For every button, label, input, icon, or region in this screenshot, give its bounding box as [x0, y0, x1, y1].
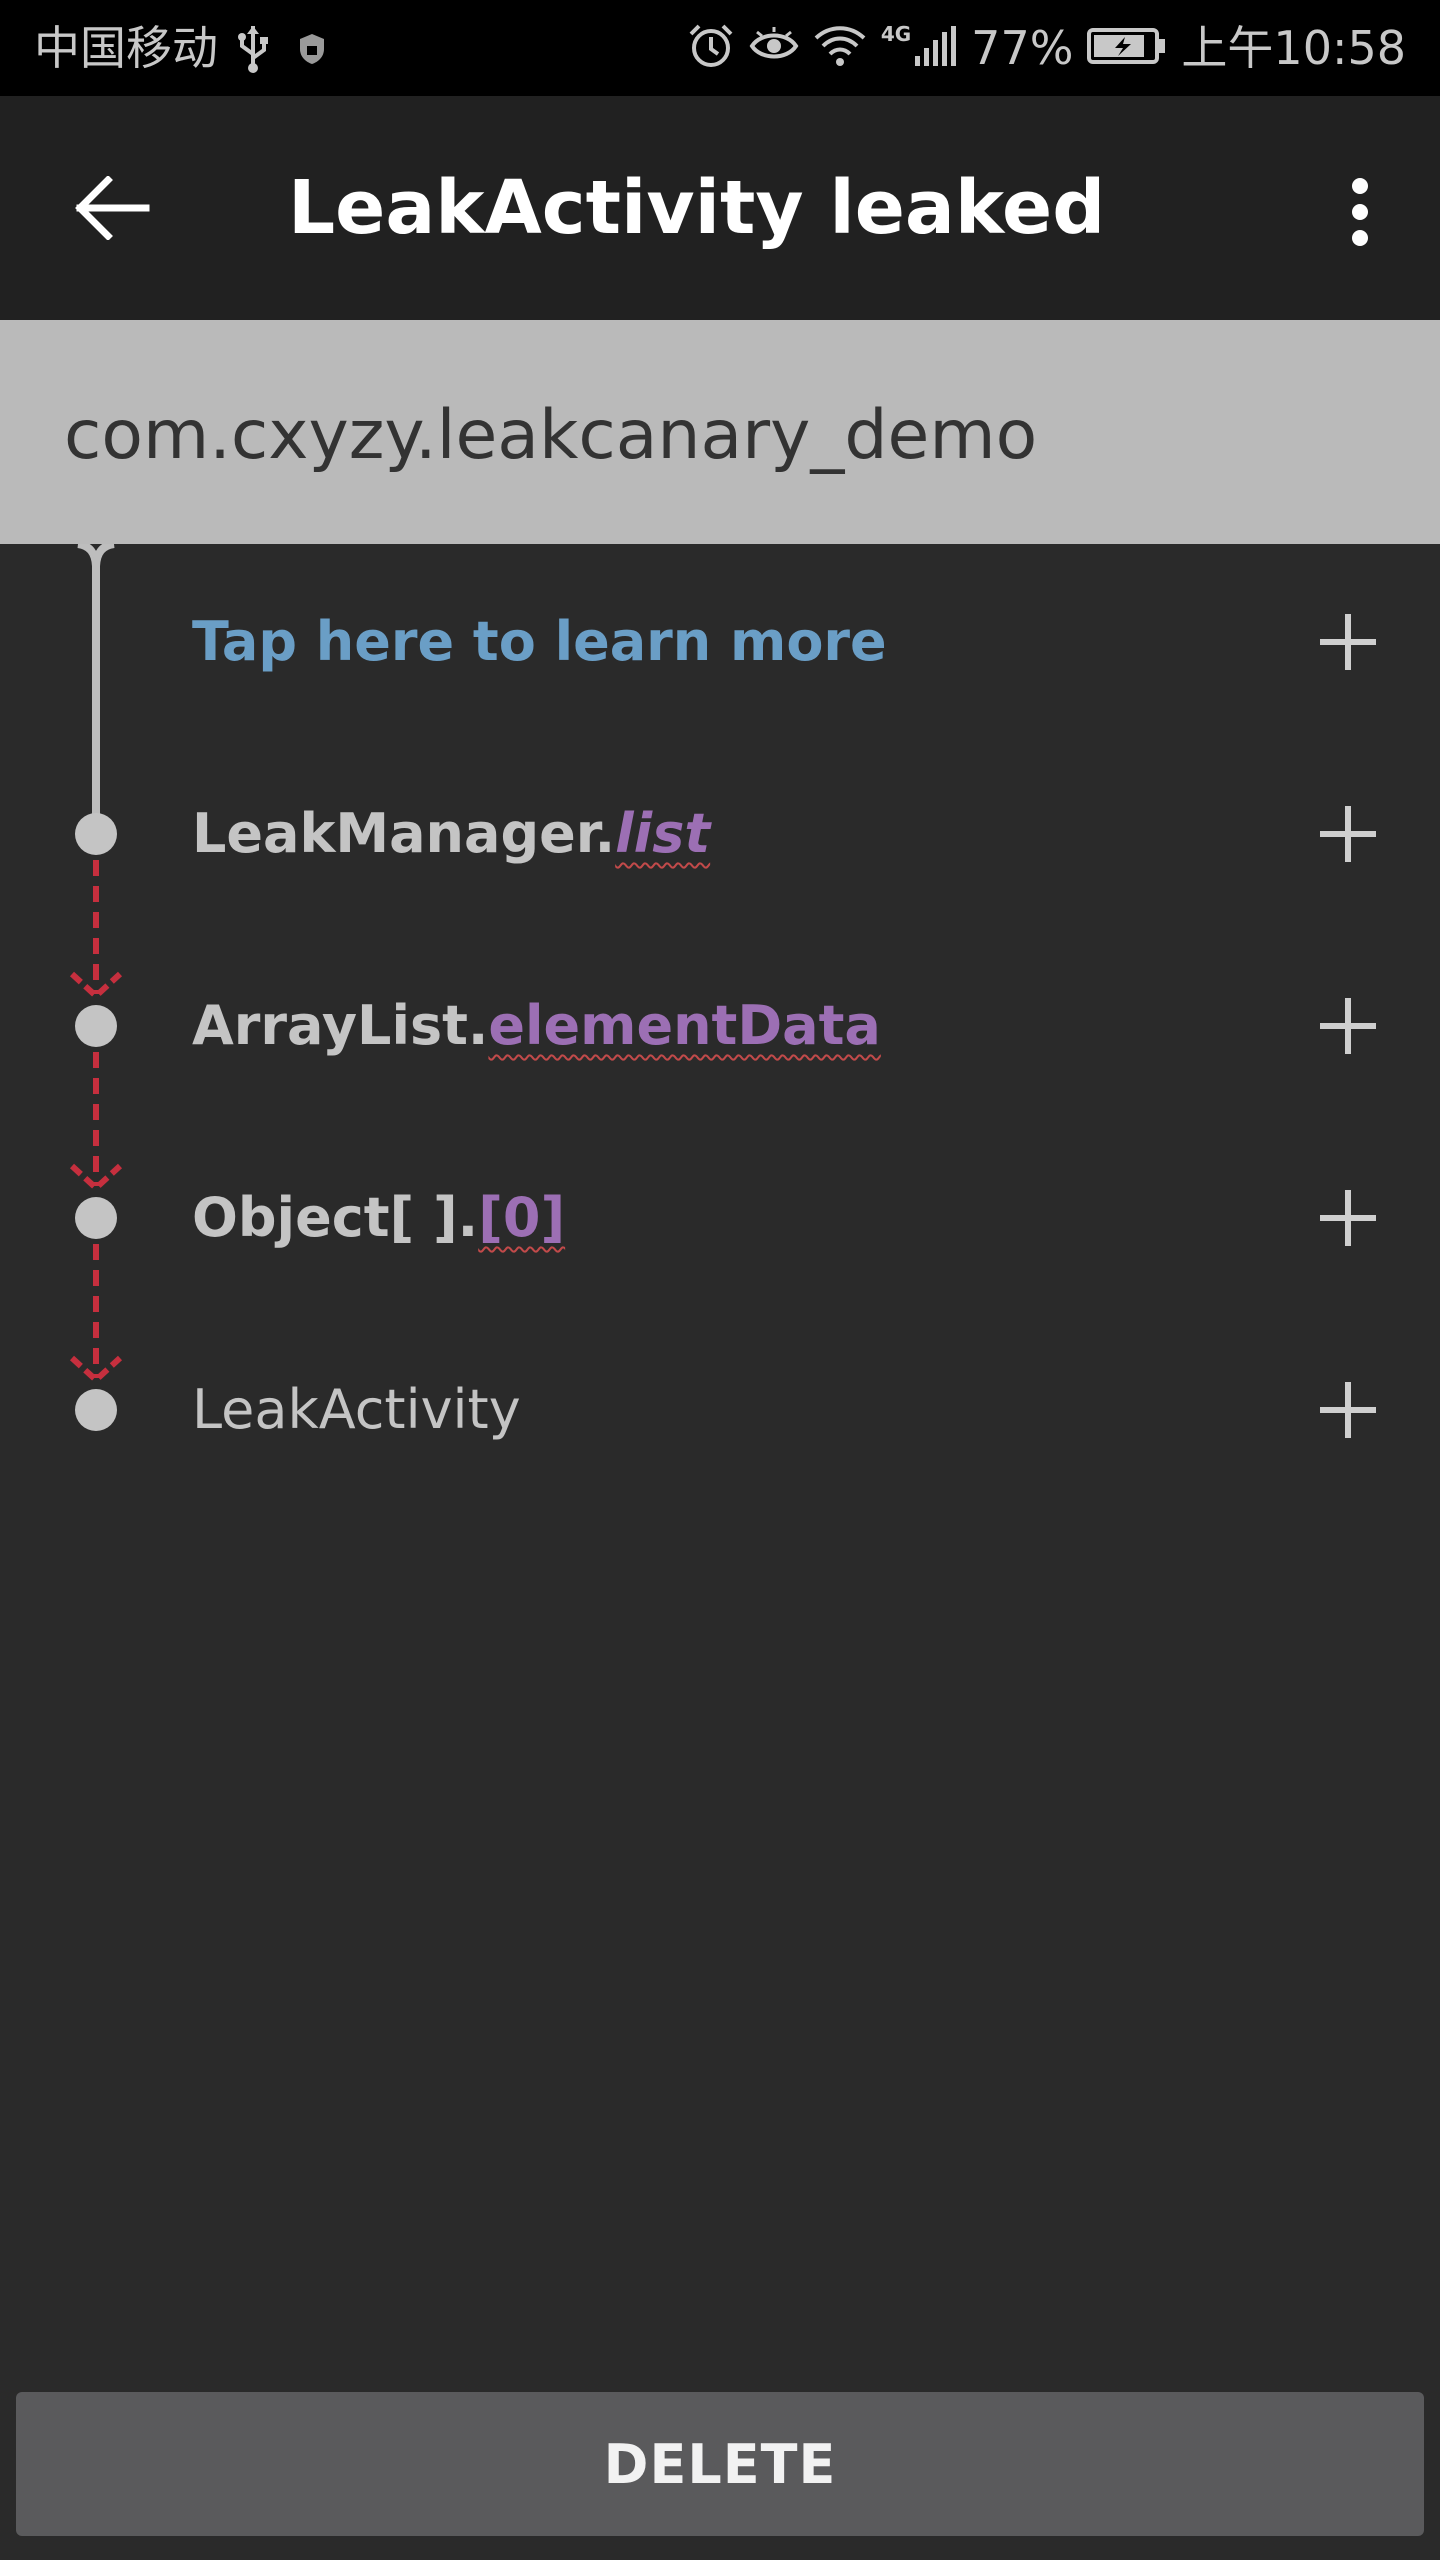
- usb-icon: [236, 24, 270, 78]
- trace-row[interactable]: ArrayList.elementData: [0, 930, 1440, 1122]
- trace-row[interactable]: Object[ ].[0]: [0, 1122, 1440, 1314]
- status-bar: 中国移动 4G 77% 上午10:58: [0, 0, 1440, 96]
- trace-row-label: LeakManager.list: [192, 738, 710, 930]
- plus-icon[interactable]: [1314, 992, 1382, 1060]
- trace-row-label: LeakActivity: [192, 1314, 521, 1506]
- trace-row[interactable]: LeakManager.list: [0, 738, 1440, 930]
- arrow-left-icon: [75, 176, 150, 240]
- wifi-icon: [813, 24, 867, 72]
- learn-more-row[interactable]: Tap here to learn more: [0, 546, 1440, 738]
- battery-percent: 77%: [971, 21, 1074, 75]
- class-name: LeakActivity: [192, 1378, 521, 1441]
- field-name: elementData: [488, 994, 881, 1057]
- trace-row[interactable]: LeakActivity: [0, 1314, 1440, 1506]
- toolbar: LeakActivity leaked: [0, 96, 1440, 320]
- more-vert-icon: [1352, 178, 1368, 246]
- back-button[interactable]: [62, 170, 162, 246]
- plus-icon[interactable]: [1314, 1184, 1382, 1252]
- class-name: ArrayList.: [192, 994, 489, 1057]
- trace-row-label: ArrayList.elementData: [192, 930, 881, 1122]
- carrier-name: 中国移动: [34, 21, 218, 75]
- plus-icon[interactable]: [1314, 800, 1382, 868]
- shield-icon: [298, 32, 326, 70]
- signal-icon: [913, 24, 957, 72]
- status-icons: 4G 77% 上午10:58: [673, 20, 1406, 76]
- clock: 上午10:58: [1181, 21, 1406, 75]
- plus-icon[interactable]: [1314, 608, 1382, 676]
- app-header: com.cxyzy.leakcanary_demo: [0, 320, 1440, 544]
- leak-trace: Tap here to learn more LeakManager.list …: [0, 544, 1440, 2344]
- trace-row-label: Object[ ].[0]: [192, 1122, 565, 1314]
- alarm-icon: [687, 22, 735, 74]
- field-name: [0]: [478, 1186, 566, 1249]
- field-name: list: [615, 802, 711, 865]
- class-name: Object[ ].: [192, 1186, 479, 1249]
- learn-more-link[interactable]: Tap here to learn more: [192, 546, 887, 738]
- network-type: 4G: [880, 22, 912, 46]
- overflow-menu-button[interactable]: [1320, 164, 1400, 260]
- battery-charging-icon: [1087, 27, 1167, 69]
- delete-button[interactable]: DELETE: [16, 2392, 1424, 2536]
- plus-icon[interactable]: [1314, 1376, 1382, 1444]
- class-name: LeakManager.: [192, 802, 616, 865]
- app-package-name: com.cxyzy.leakcanary_demo: [64, 396, 1038, 475]
- page-title: LeakActivity leaked: [288, 165, 1106, 251]
- eye-icon: [749, 26, 799, 70]
